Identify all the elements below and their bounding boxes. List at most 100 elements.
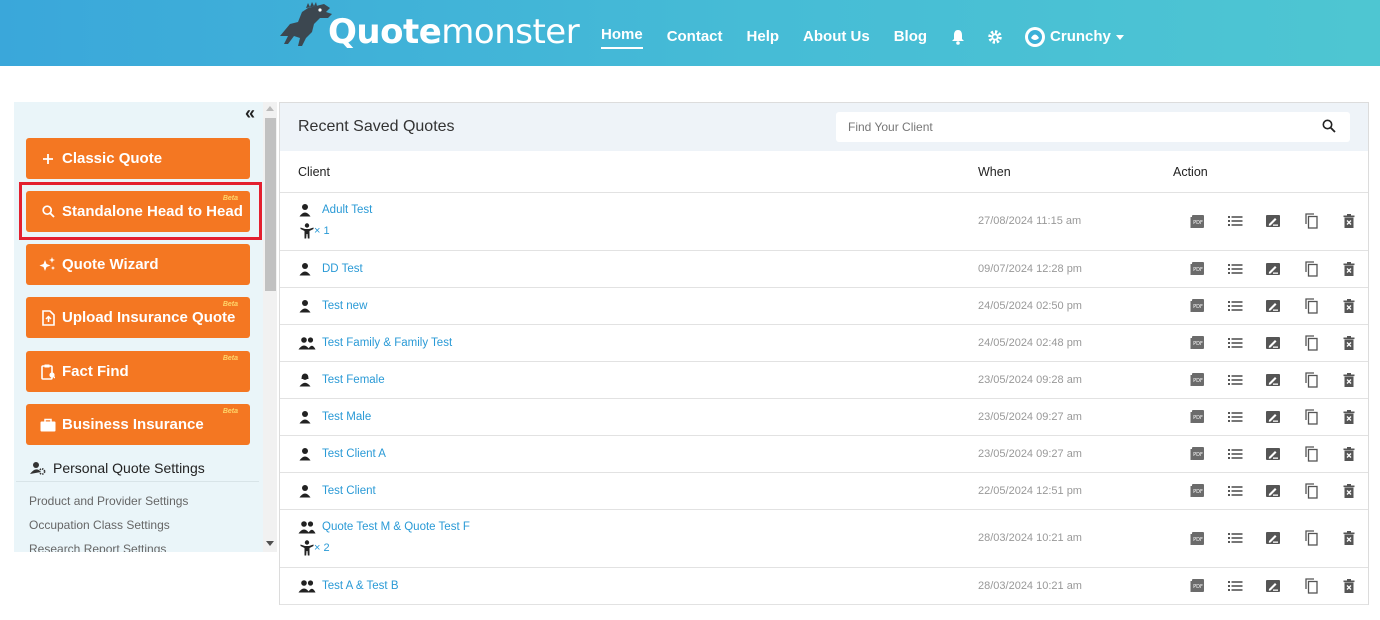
svg-text:PDF: PDF — [1193, 267, 1203, 273]
edit-icon[interactable] — [1254, 410, 1292, 424]
list-icon[interactable] — [1216, 374, 1254, 386]
edit-icon[interactable] — [1254, 262, 1292, 276]
delete-icon[interactable] — [1330, 446, 1368, 461]
quote-wizard-label: Quote Wizard — [62, 256, 159, 273]
couple-icon — [298, 579, 316, 593]
find-client-search-input[interactable] — [836, 112, 1350, 142]
action-cell: PDF — [1178, 408, 1368, 425]
when-cell: 24/05/2024 02:48 pm — [978, 336, 1082, 349]
when-cell: 23/05/2024 09:28 am — [978, 373, 1082, 386]
copy-icon[interactable] — [1292, 371, 1330, 388]
search-icon[interactable] — [1322, 119, 1336, 138]
occupation-class-settings-link[interactable]: Occupation Class Settings — [29, 518, 170, 532]
quote-wizard-button[interactable]: Quote Wizard — [26, 244, 250, 285]
action-cell: PDF — [1178, 297, 1368, 314]
list-icon[interactable] — [1216, 532, 1254, 544]
copy-icon[interactable] — [1292, 530, 1330, 546]
list-icon[interactable] — [1216, 485, 1254, 497]
business-insurance-button[interactable]: Business Insurance Beta — [26, 404, 250, 445]
edit-icon[interactable] — [1254, 531, 1292, 545]
copy-icon[interactable] — [1292, 445, 1330, 462]
delete-icon[interactable] — [1330, 531, 1368, 545]
delete-icon[interactable] — [1330, 578, 1368, 593]
table-row: Adult Test × 1 27/08/2024 11:15 am PDF — [280, 193, 1368, 251]
collapse-sidebar-icon[interactable]: « — [245, 104, 255, 122]
edit-icon[interactable] — [1254, 447, 1292, 461]
child-icon — [300, 540, 314, 556]
pdf-icon[interactable]: PDF — [1178, 298, 1216, 313]
copy-icon[interactable] — [1292, 260, 1330, 277]
copy-icon[interactable] — [1292, 482, 1330, 499]
list-icon[interactable] — [1216, 448, 1254, 460]
delete-icon[interactable] — [1330, 372, 1368, 387]
delete-icon[interactable] — [1330, 214, 1368, 228]
quotemonster-logo[interactable]: Quotemonster — [276, 2, 580, 52]
copy-icon[interactable] — [1292, 577, 1330, 594]
client-cell: Test Client — [298, 484, 376, 498]
copy-icon[interactable] — [1292, 213, 1330, 229]
client-cell: Test Family & Family Test — [298, 336, 452, 350]
client-name-link[interactable]: Test Client A — [322, 448, 386, 460]
edit-icon[interactable] — [1254, 484, 1292, 498]
client-name-link[interactable]: Test Client — [322, 485, 376, 497]
copy-icon[interactable] — [1292, 297, 1330, 314]
person-icon — [298, 203, 316, 217]
pdf-icon[interactable]: PDF — [1178, 372, 1216, 387]
list-icon[interactable] — [1216, 300, 1254, 312]
scroll-thumb[interactable] — [265, 118, 276, 291]
nav-contact[interactable]: Contact — [667, 26, 723, 48]
sidebar-scrollbar[interactable] — [263, 102, 277, 552]
edit-icon[interactable] — [1254, 214, 1292, 228]
list-icon[interactable] — [1216, 263, 1254, 275]
scroll-down-arrow[interactable] — [266, 541, 274, 546]
edit-icon[interactable] — [1254, 579, 1292, 593]
client-name-link[interactable]: Test A & Test B — [322, 580, 399, 592]
list-icon[interactable] — [1216, 215, 1254, 227]
client-name-link[interactable]: Test Female — [322, 374, 385, 386]
edit-icon[interactable] — [1254, 373, 1292, 387]
edit-icon[interactable] — [1254, 336, 1292, 350]
edit-icon[interactable] — [1254, 299, 1292, 313]
children-count-label: × 1 — [314, 225, 330, 237]
divider — [16, 481, 259, 482]
list-icon[interactable] — [1216, 337, 1254, 349]
list-icon[interactable] — [1216, 580, 1254, 592]
upload-insurance-quote-button[interactable]: Upload Insurance Quote Beta — [26, 297, 250, 338]
pdf-icon[interactable]: PDF — [1178, 483, 1216, 498]
scroll-up-arrow[interactable] — [266, 106, 274, 111]
pdf-icon[interactable]: PDF — [1178, 446, 1216, 461]
pdf-icon[interactable]: PDF — [1178, 261, 1216, 276]
copy-icon[interactable] — [1292, 408, 1330, 425]
client-name-link[interactable]: DD Test — [322, 263, 363, 275]
upload-file-icon — [39, 309, 57, 327]
fact-find-button[interactable]: Fact Find Beta — [26, 351, 250, 392]
product-provider-settings-link[interactable]: Product and Provider Settings — [29, 494, 188, 508]
delete-icon[interactable] — [1330, 335, 1368, 350]
classic-quote-button[interactable]: Classic Quote — [26, 138, 250, 179]
client-name-link[interactable]: Quote Test M & Quote Test F — [322, 521, 470, 533]
pdf-icon[interactable]: PDF — [1178, 578, 1216, 593]
pdf-icon[interactable]: PDF — [1178, 409, 1216, 424]
client-name-link[interactable]: Test new — [322, 300, 367, 312]
client-name-link[interactable]: Test Male — [322, 411, 371, 423]
pdf-icon[interactable]: PDF — [1178, 531, 1216, 546]
pdf-icon[interactable]: PDF — [1178, 335, 1216, 350]
list-icon[interactable] — [1216, 411, 1254, 423]
client-name-link[interactable]: Test Family & Family Test — [322, 337, 452, 349]
gear-icon[interactable] — [987, 29, 1003, 45]
bell-icon[interactable] — [951, 29, 965, 45]
nav-about-us[interactable]: About Us — [803, 26, 870, 48]
research-report-settings-link[interactable]: Research Report Settings — [29, 542, 166, 552]
nav-help[interactable]: Help — [747, 26, 780, 48]
copy-icon[interactable] — [1292, 334, 1330, 351]
client-name-link[interactable]: Adult Test — [322, 204, 372, 216]
pdf-icon[interactable]: PDF — [1178, 214, 1216, 229]
standalone-head-to-head-button[interactable]: Standalone Head to Head Beta — [26, 191, 250, 232]
nav-blog[interactable]: Blog — [894, 26, 927, 48]
delete-icon[interactable] — [1330, 298, 1368, 313]
delete-icon[interactable] — [1330, 261, 1368, 276]
user-menu[interactable]: Crunchy — [1025, 26, 1124, 47]
nav-home[interactable]: Home — [601, 24, 643, 49]
delete-icon[interactable] — [1330, 409, 1368, 424]
delete-icon[interactable] — [1330, 483, 1368, 498]
